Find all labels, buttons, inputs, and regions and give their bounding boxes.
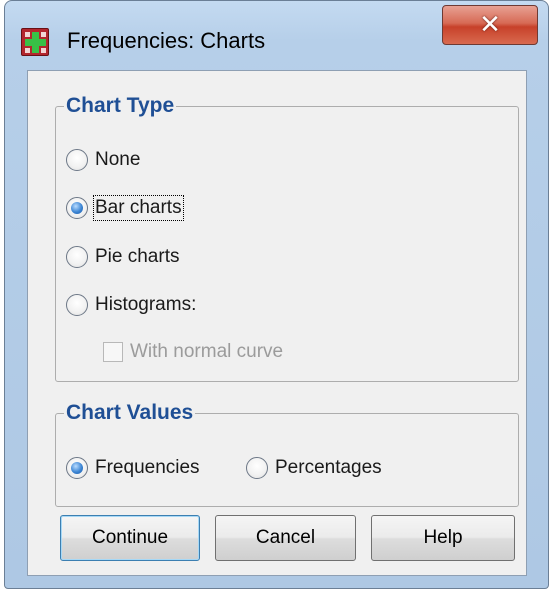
- window-title: Frequencies: Charts: [67, 28, 266, 53]
- radio-frequencies-button[interactable]: [66, 457, 88, 479]
- title-bar[interactable]: Frequencies: Charts ✕: [5, 1, 548, 69]
- continue-button[interactable]: Continue: [60, 515, 200, 561]
- radio-pie-charts-label: Pie charts: [95, 246, 180, 267]
- radio-bar-charts-label: Bar charts: [93, 195, 184, 221]
- radio-pie-charts[interactable]: Pie charts: [66, 240, 179, 274]
- radio-bar-charts[interactable]: Bar charts: [66, 191, 184, 225]
- spss-app-icon: [21, 28, 49, 56]
- radio-none[interactable]: None: [66, 143, 140, 177]
- frequencies-charts-dialog: Frequencies: Charts ✕ Chart Type None Ba…: [4, 0, 549, 589]
- close-button[interactable]: ✕: [442, 5, 538, 45]
- close-icon: ✕: [479, 9, 501, 39]
- radio-percentages-button[interactable]: [246, 457, 268, 479]
- radio-histograms-label: Histograms:: [95, 294, 197, 315]
- radio-none-label: None: [95, 149, 141, 170]
- radio-pie-charts-button[interactable]: [66, 246, 88, 268]
- radio-frequencies[interactable]: Frequencies: [66, 451, 200, 485]
- radio-percentages-label: Percentages: [275, 457, 382, 478]
- normal-curve-checkbox-box[interactable]: [103, 342, 123, 362]
- normal-curve-checkbox[interactable]: With normal curve: [103, 335, 283, 369]
- radio-bar-charts-button[interactable]: [66, 197, 88, 219]
- help-button[interactable]: Help: [371, 515, 515, 561]
- normal-curve-label: With normal curve: [130, 341, 284, 362]
- chart-type-legend: Chart Type: [66, 94, 175, 117]
- radio-percentages[interactable]: Percentages: [246, 451, 382, 485]
- radio-none-button[interactable]: [66, 149, 88, 171]
- radio-histograms[interactable]: Histograms:: [66, 288, 196, 322]
- cancel-button[interactable]: Cancel: [215, 515, 356, 561]
- radio-frequencies-label: Frequencies: [95, 457, 200, 478]
- radio-histograms-button[interactable]: [66, 294, 88, 316]
- dialog-body: Chart Type None Bar charts Pie charts Hi…: [27, 70, 527, 576]
- chart-values-legend: Chart Values: [66, 401, 194, 424]
